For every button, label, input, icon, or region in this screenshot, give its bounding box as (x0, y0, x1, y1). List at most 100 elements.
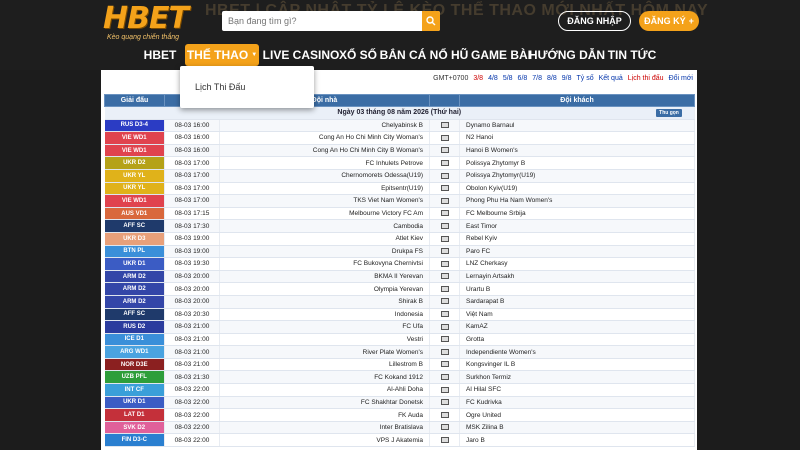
league-badge[interactable]: SVK D2 (104, 421, 165, 435)
match-info-cell[interactable] (429, 358, 460, 372)
league-badge[interactable]: UZB PFL (104, 370, 165, 385)
match-info-cell[interactable] (429, 433, 460, 448)
site-logo[interactable]: HBET Kèo quạng chiến thắng (103, 4, 213, 44)
away-team: N2 Hanoi (459, 131, 695, 145)
league-badge[interactable]: FIN D3-C (104, 433, 165, 448)
league-badge[interactable]: ARM D2 (104, 282, 165, 296)
date-link[interactable]: 9/8 (562, 75, 572, 87)
date-link[interactable]: 3/8 (473, 75, 483, 87)
league-badge[interactable]: LAT D1 (104, 408, 165, 422)
league-badge[interactable]: UKR D1 (104, 396, 165, 410)
date-link[interactable]: 4/8 (488, 75, 498, 87)
search-button[interactable] (422, 11, 440, 31)
away-team: Al Hilal SFC (459, 383, 695, 397)
home-team: Vestri (219, 333, 430, 347)
away-team: Phong Phu Ha Nam Women's (459, 194, 695, 208)
match-info-cell[interactable] (429, 257, 460, 271)
nav-item-lottery[interactable]: XỔ SỐ (339, 44, 377, 66)
nav-item-news[interactable]: TIN TỨC (608, 44, 657, 66)
tv-icon (440, 399, 449, 406)
league-badge[interactable]: UKR D2 (104, 156, 165, 170)
match-info-cell[interactable] (429, 383, 460, 397)
nav-item-sports[interactable]: THỂ THAO ▼ (185, 44, 259, 66)
match-time: 08-03 20:00 (164, 270, 220, 284)
table-row: UKR D2 08-03 17:00 FC Inhulets Petrove Poli… (104, 156, 695, 170)
league-badge[interactable]: UKR YL (104, 182, 165, 196)
table-row: UKR YL 08-03 17:00 Chernomorets Odessa(U19… (104, 169, 695, 183)
league-badge[interactable]: BTN PL (104, 245, 165, 259)
away-team: Independiente Women's (459, 345, 695, 359)
nav-item-guide[interactable]: HƯỚNG DẪN (529, 44, 605, 66)
league-badge[interactable]: VIE WD1 (104, 131, 165, 145)
match-info-cell[interactable] (429, 282, 460, 296)
match-info-cell[interactable] (429, 270, 460, 284)
match-info-cell[interactable] (429, 144, 460, 158)
home-team: Cong An Ho Chi Minh City Woman's (219, 131, 430, 145)
league-badge[interactable]: NOR D3E (104, 358, 165, 372)
league-badge[interactable]: ARM D2 (104, 295, 165, 309)
league-badge[interactable]: RUS D3-4 (104, 119, 165, 133)
tv-icon (440, 197, 449, 204)
match-info-cell[interactable] (429, 345, 460, 359)
league-badge[interactable]: AFF SC (104, 308, 165, 322)
match-info-cell[interactable] (429, 182, 460, 196)
match-time: 08-03 20:30 (164, 308, 220, 322)
league-badge[interactable]: UKR YL (104, 169, 165, 183)
refresh-link[interactable]: Đổi mới (669, 75, 693, 87)
match-info-cell[interactable] (429, 333, 460, 347)
league-badge[interactable]: VIE WD1 (104, 194, 165, 208)
match-info-cell[interactable] (429, 396, 460, 410)
nav-item-hbet[interactable]: HBET (140, 44, 180, 66)
schedule-link[interactable]: Lịch thi đấu (628, 75, 664, 87)
collapse-button[interactable]: Thu gọn (656, 109, 682, 117)
date-link[interactable]: 5/8 (503, 75, 513, 87)
league-badge[interactable]: UKR D1 (104, 257, 165, 271)
match-info-cell[interactable] (429, 308, 460, 322)
match-info-cell[interactable] (429, 156, 460, 170)
dropdown-item-schedule[interactable]: Lịch Thi Đấu (195, 82, 245, 92)
home-team: FK Auda (219, 408, 430, 422)
league-badge[interactable]: AUS VD1 (104, 207, 165, 221)
register-button[interactable]: ĐĂNG KÝ + (639, 11, 699, 31)
match-info-cell[interactable] (429, 408, 460, 422)
scores-link[interactable]: Tỷ số (576, 75, 593, 87)
away-team: Lernayin Artsakh (459, 270, 695, 284)
match-info-cell[interactable] (429, 169, 460, 183)
date-link[interactable]: 6/8 (518, 75, 528, 87)
home-team: FC Inhulets Petrove (219, 156, 430, 170)
results-link[interactable]: Kết quả (599, 75, 623, 87)
match-time: 08-03 17:00 (164, 169, 220, 183)
match-info-cell[interactable] (429, 370, 460, 385)
date-toolbar: GMT+0700 3/8 4/8 5/8 6/8 7/8 8/8 9/8 Tỷ … (433, 75, 693, 87)
search-input[interactable] (222, 11, 422, 31)
match-info-cell[interactable] (429, 232, 460, 246)
login-button[interactable]: ĐĂNG NHẬP (558, 11, 631, 31)
league-badge[interactable]: VIE WD1 (104, 144, 165, 158)
match-info-cell[interactable] (429, 219, 460, 233)
match-info-cell[interactable] (429, 119, 460, 133)
league-badge[interactable]: ICE D1 (104, 333, 165, 347)
league-badge[interactable]: AFF SC (104, 219, 165, 233)
main-nav: HBET THỂ THAO ▼ LIVE CASINO XỔ SỐ BẮN CÁ… (0, 40, 800, 70)
match-info-cell[interactable] (429, 194, 460, 208)
nav-item-live-casino[interactable]: LIVE CASINO (263, 44, 340, 66)
nav-item-fishing[interactable]: BẮN CÁ (380, 44, 427, 66)
nav-item-card-games[interactable]: GAME BÀI (471, 44, 531, 66)
league-badge[interactable]: ARG WD1 (104, 345, 165, 359)
match-info-cell[interactable] (429, 207, 460, 221)
league-badge[interactable]: ARM D2 (104, 270, 165, 284)
match-info-cell[interactable] (429, 131, 460, 145)
league-badge[interactable]: UKR D3 (104, 232, 165, 246)
match-info-cell[interactable] (429, 320, 460, 334)
match-info-cell[interactable] (429, 421, 460, 435)
match-info-cell[interactable] (429, 245, 460, 259)
table-row: UKR D3 08-03 19:00 Atlet Kiev Rebel Kyiv (104, 232, 695, 246)
match-time: 08-03 20:00 (164, 295, 220, 309)
match-info-cell[interactable] (429, 295, 460, 309)
date-link[interactable]: 7/8 (532, 75, 542, 87)
nav-item-slots[interactable]: NỔ HŨ (430, 44, 469, 66)
date-link[interactable]: 8/8 (547, 75, 557, 87)
home-team: Epitsentr(U19) (219, 182, 430, 196)
league-badge[interactable]: INT CF (104, 383, 165, 397)
league-badge[interactable]: RUS D2 (104, 320, 165, 334)
